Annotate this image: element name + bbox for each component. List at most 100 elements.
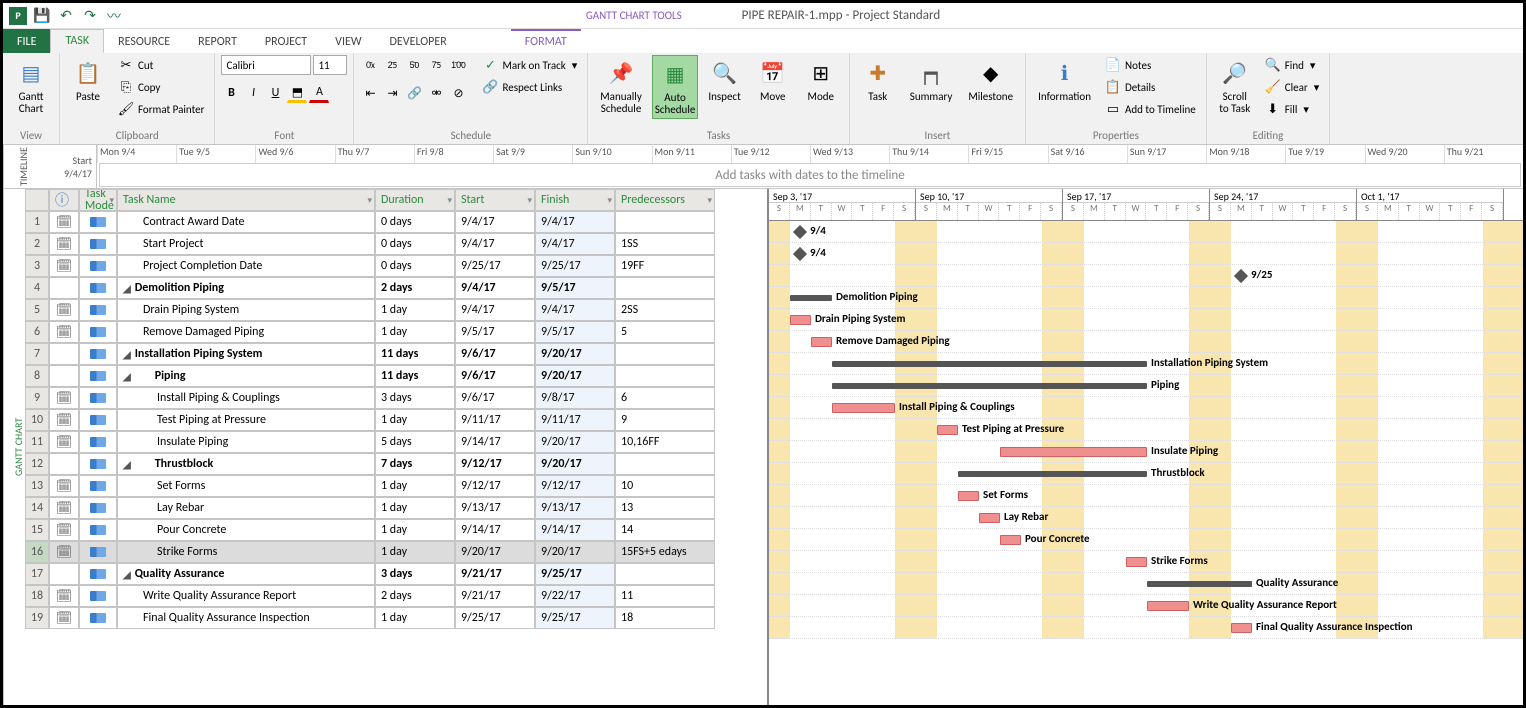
task-name-cell[interactable]: Lay Rebar — [117, 497, 375, 519]
row-number[interactable]: 5 — [25, 299, 49, 321]
tab-resource[interactable]: RESOURCE — [104, 29, 184, 53]
clear-button[interactable]: 🧹Clear▾ — [1261, 77, 1324, 97]
predecessors-cell[interactable]: 18 — [615, 607, 715, 629]
predecessors-cell[interactable]: 11 — [615, 585, 715, 607]
col-start[interactable]: Start▾ — [455, 189, 535, 211]
row-number[interactable]: 19 — [25, 607, 49, 629]
task-bar[interactable] — [958, 491, 979, 501]
task-name-cell[interactable]: Strike Forms — [117, 541, 375, 563]
duration-cell[interactable]: 0 days — [375, 233, 455, 255]
start-cell[interactable]: 9/12/17 — [455, 475, 535, 497]
add-timeline-button[interactable]: ▭Add to Timeline — [1101, 99, 1200, 119]
format-painter-button[interactable]: 🖌Format Painter — [114, 99, 208, 119]
col-mode[interactable]: Task Mode▾ — [79, 189, 117, 211]
finish-cell[interactable]: 9/12/17 — [535, 475, 615, 497]
predecessors-cell[interactable] — [615, 211, 715, 233]
tab-file[interactable]: FILE — [3, 29, 50, 53]
pct25-button[interactable]: 2̄5 — [382, 55, 402, 75]
info-cell[interactable]: 🗓 — [49, 255, 79, 277]
find-button[interactable]: 🔍Find▾ — [1261, 55, 1324, 75]
task-name-cell[interactable]: Install Piping & Couplings — [117, 387, 375, 409]
predecessors-cell[interactable] — [615, 453, 715, 475]
tab-project[interactable]: PROJECT — [251, 29, 321, 53]
manually-schedule-button[interactable]: 📌 Manually Schedule — [594, 55, 648, 117]
task-bar[interactable] — [1000, 447, 1147, 457]
insert-milestone-button[interactable]: ◆ Milestone — [962, 55, 1019, 105]
row-number[interactable]: 17 — [25, 563, 49, 585]
start-cell[interactable]: 9/4/17 — [455, 277, 535, 299]
summary-bar[interactable] — [1147, 581, 1252, 587]
undo-icon[interactable]: ↶ — [57, 7, 75, 25]
copy-button[interactable]: ⎘Copy — [114, 77, 208, 97]
task-name-cell[interactable]: ◢Demolition Piping — [117, 277, 375, 299]
mode-cell[interactable] — [79, 365, 117, 387]
start-cell[interactable]: 9/4/17 — [455, 299, 535, 321]
fill-color-button[interactable]: ⬒ — [287, 83, 307, 103]
predecessors-cell[interactable]: 9 — [615, 409, 715, 431]
gantt-row[interactable] — [769, 221, 1523, 243]
predecessors-cell[interactable] — [615, 343, 715, 365]
task-table[interactable]: ⓘ Task Mode▾ Task Name▾ Duration▾ Start▾… — [25, 189, 769, 705]
duration-cell[interactable]: 0 days — [375, 211, 455, 233]
task-bar[interactable] — [1126, 557, 1147, 567]
italic-button[interactable]: I — [243, 83, 263, 103]
finish-cell[interactable]: 9/20/17 — [535, 431, 615, 453]
tab-task[interactable]: TASK — [50, 29, 104, 53]
col-predecessors[interactable]: Predecessors▾ — [615, 189, 715, 211]
collapse-icon[interactable]: ◢ — [123, 458, 131, 471]
predecessors-cell[interactable]: 13 — [615, 497, 715, 519]
duration-cell[interactable]: 1 day — [375, 409, 455, 431]
predecessors-cell[interactable] — [615, 365, 715, 387]
row-number[interactable]: 16 — [25, 541, 49, 563]
mode-cell[interactable] — [79, 277, 117, 299]
start-cell[interactable]: 9/14/17 — [455, 431, 535, 453]
row-number[interactable]: 6 — [25, 321, 49, 343]
finish-cell[interactable]: 9/20/17 — [535, 343, 615, 365]
info-cell[interactable]: 🗓 — [49, 321, 79, 343]
duration-cell[interactable]: 11 days — [375, 365, 455, 387]
row-number[interactable]: 13 — [25, 475, 49, 497]
row-number[interactable]: 3 — [25, 255, 49, 277]
mode-cell[interactable] — [79, 585, 117, 607]
task-name-cell[interactable]: Drain Piping System — [117, 299, 375, 321]
mode-cell[interactable] — [79, 255, 117, 277]
start-cell[interactable]: 9/11/17 — [455, 409, 535, 431]
paste-button[interactable]: 📋 Paste — [66, 55, 110, 105]
inactivate-button[interactable]: ⊘ — [448, 83, 468, 103]
task-bar[interactable] — [979, 513, 1000, 523]
finish-cell[interactable]: 9/4/17 — [535, 299, 615, 321]
fill-button[interactable]: ⬇Fill▾ — [1261, 99, 1324, 119]
indent-button[interactable]: ⇥ — [382, 83, 402, 103]
info-cell[interactable]: 🗓 — [49, 299, 79, 321]
mode-cell[interactable] — [79, 343, 117, 365]
task-name-cell[interactable]: ◢Quality Assurance — [117, 563, 375, 585]
info-cell[interactable]: 🗓 — [49, 409, 79, 431]
predecessors-cell[interactable]: 14 — [615, 519, 715, 541]
info-cell[interactable]: 🗓 — [49, 541, 79, 563]
info-cell[interactable]: 🗓 — [49, 497, 79, 519]
start-cell[interactable]: 9/4/17 — [455, 211, 535, 233]
task-name-cell[interactable]: Start Project — [117, 233, 375, 255]
cut-button[interactable]: ✂Cut — [114, 55, 208, 75]
outdent-button[interactable]: ⇤ — [360, 83, 380, 103]
finish-cell[interactable]: 9/20/17 — [535, 453, 615, 475]
predecessors-cell[interactable]: 15FS+5 edays — [615, 541, 715, 563]
mode-cell[interactable] — [79, 607, 117, 629]
task-bar[interactable] — [937, 425, 958, 435]
info-cell[interactable] — [49, 453, 79, 475]
task-name-cell[interactable]: ◢Installation Piping System — [117, 343, 375, 365]
task-name-cell[interactable]: Remove Damaged Piping — [117, 321, 375, 343]
start-cell[interactable]: 9/21/17 — [455, 563, 535, 585]
task-bar[interactable] — [811, 337, 832, 347]
info-cell[interactable]: 🗓 — [49, 431, 79, 453]
gantt-row[interactable] — [769, 573, 1523, 595]
col-info[interactable]: ⓘ — [49, 189, 79, 211]
finish-cell[interactable]: 9/25/17 — [535, 255, 615, 277]
save-icon[interactable]: 💾 — [33, 7, 51, 25]
mode-cell[interactable] — [79, 321, 117, 343]
collapse-icon[interactable]: ◢ — [123, 348, 131, 361]
tab-view[interactable]: VIEW — [321, 29, 375, 53]
information-button[interactable]: ℹ Information — [1032, 55, 1097, 105]
predecessors-cell[interactable]: 5 — [615, 321, 715, 343]
finish-cell[interactable]: 9/5/17 — [535, 321, 615, 343]
